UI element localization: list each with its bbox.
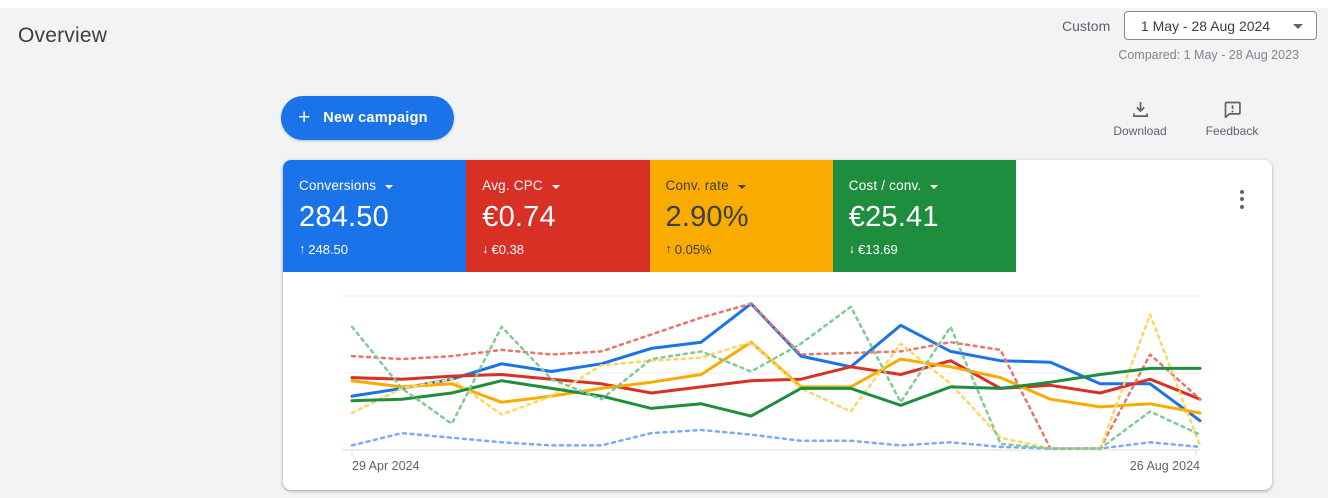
download-label: Download [1113, 124, 1167, 138]
feedback-button[interactable]: Feedback [1192, 99, 1272, 138]
compared-date-range: Compared: 1 May - 28 Aug 2023 [1118, 48, 1299, 62]
chart-line-conv-rate-previous [350, 313, 1202, 450]
header-bar [0, 0, 1328, 8]
overview-chart: 29 Apr 2024 26 Aug 2024 [342, 295, 1202, 473]
feedback-label: Feedback [1205, 124, 1259, 138]
plus-icon: + [298, 105, 311, 129]
date-range-type-label: Custom [1062, 18, 1111, 34]
download-button[interactable]: Download [1100, 99, 1180, 138]
chart-line-conversions-previous [350, 428, 1202, 450]
date-range-value: 1 May - 28 Aug 2024 [1140, 17, 1271, 34]
new-campaign-button[interactable]: + New campaign [281, 96, 454, 140]
feedback-icon [1192, 99, 1272, 120]
chevron-down-icon [1293, 24, 1303, 29]
x-axis-label-end: 26 Aug 2024 [1130, 459, 1200, 473]
page-title: Overview [18, 24, 108, 47]
date-range-dropdown[interactable]: 1 May - 28 Aug 2024 [1124, 11, 1317, 40]
download-icon [1100, 99, 1180, 120]
new-campaign-label: New campaign [323, 110, 428, 126]
overview-chart-card: Conversions 284.50 ↑ 248.50 Avg. CPC €0.… [283, 160, 1272, 490]
x-axis-label-start: 29 Apr 2024 [352, 459, 419, 473]
